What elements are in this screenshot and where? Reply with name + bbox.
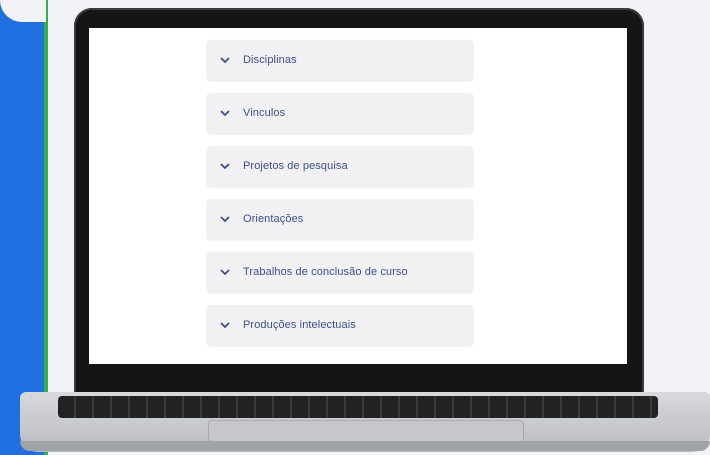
accordion: Disciplinas Vinculos Projetos de pesquis…: [207, 40, 473, 358]
accordion-item-label: Produções intelectuais: [243, 319, 356, 331]
chevron-down-icon: [207, 268, 243, 276]
accordion-item-trabalhos-de-conclusao[interactable]: Trabalhos de conclusão de curso: [207, 252, 473, 292]
chevron-down-icon: [207, 321, 243, 329]
chevron-down-icon: [207, 215, 243, 223]
accordion-item-label: Projetos de pesquisa: [243, 160, 348, 172]
accordion-item-projetos-de-pesquisa[interactable]: Projetos de pesquisa: [207, 146, 473, 186]
accordion-item-label: Trabalhos de conclusão de curso: [243, 266, 408, 278]
accordion-item-orientacoes[interactable]: Orientações: [207, 199, 473, 239]
laptop-screen: Disciplinas Vinculos Projetos de pesquis…: [89, 28, 627, 364]
chevron-down-icon: [207, 162, 243, 170]
chevron-down-icon: [207, 56, 243, 64]
accordion-item-label: Vinculos: [243, 107, 286, 119]
laptop-keyboard: [58, 396, 658, 418]
accordion-item-producoes-intelectuais[interactable]: Produções intelectuais: [207, 305, 473, 345]
accordion-item-label: Disciplinas: [243, 54, 297, 66]
accordion-item-label: Orientações: [243, 213, 304, 225]
laptop-front-edge: [20, 441, 710, 451]
decorative-side-panel: [0, 0, 48, 455]
accordion-item-vinculos[interactable]: Vinculos: [207, 93, 473, 133]
accordion-item-disciplinas[interactable]: Disciplinas: [207, 40, 473, 80]
chevron-down-icon: [207, 109, 243, 117]
laptop-trackpad: [208, 420, 524, 442]
